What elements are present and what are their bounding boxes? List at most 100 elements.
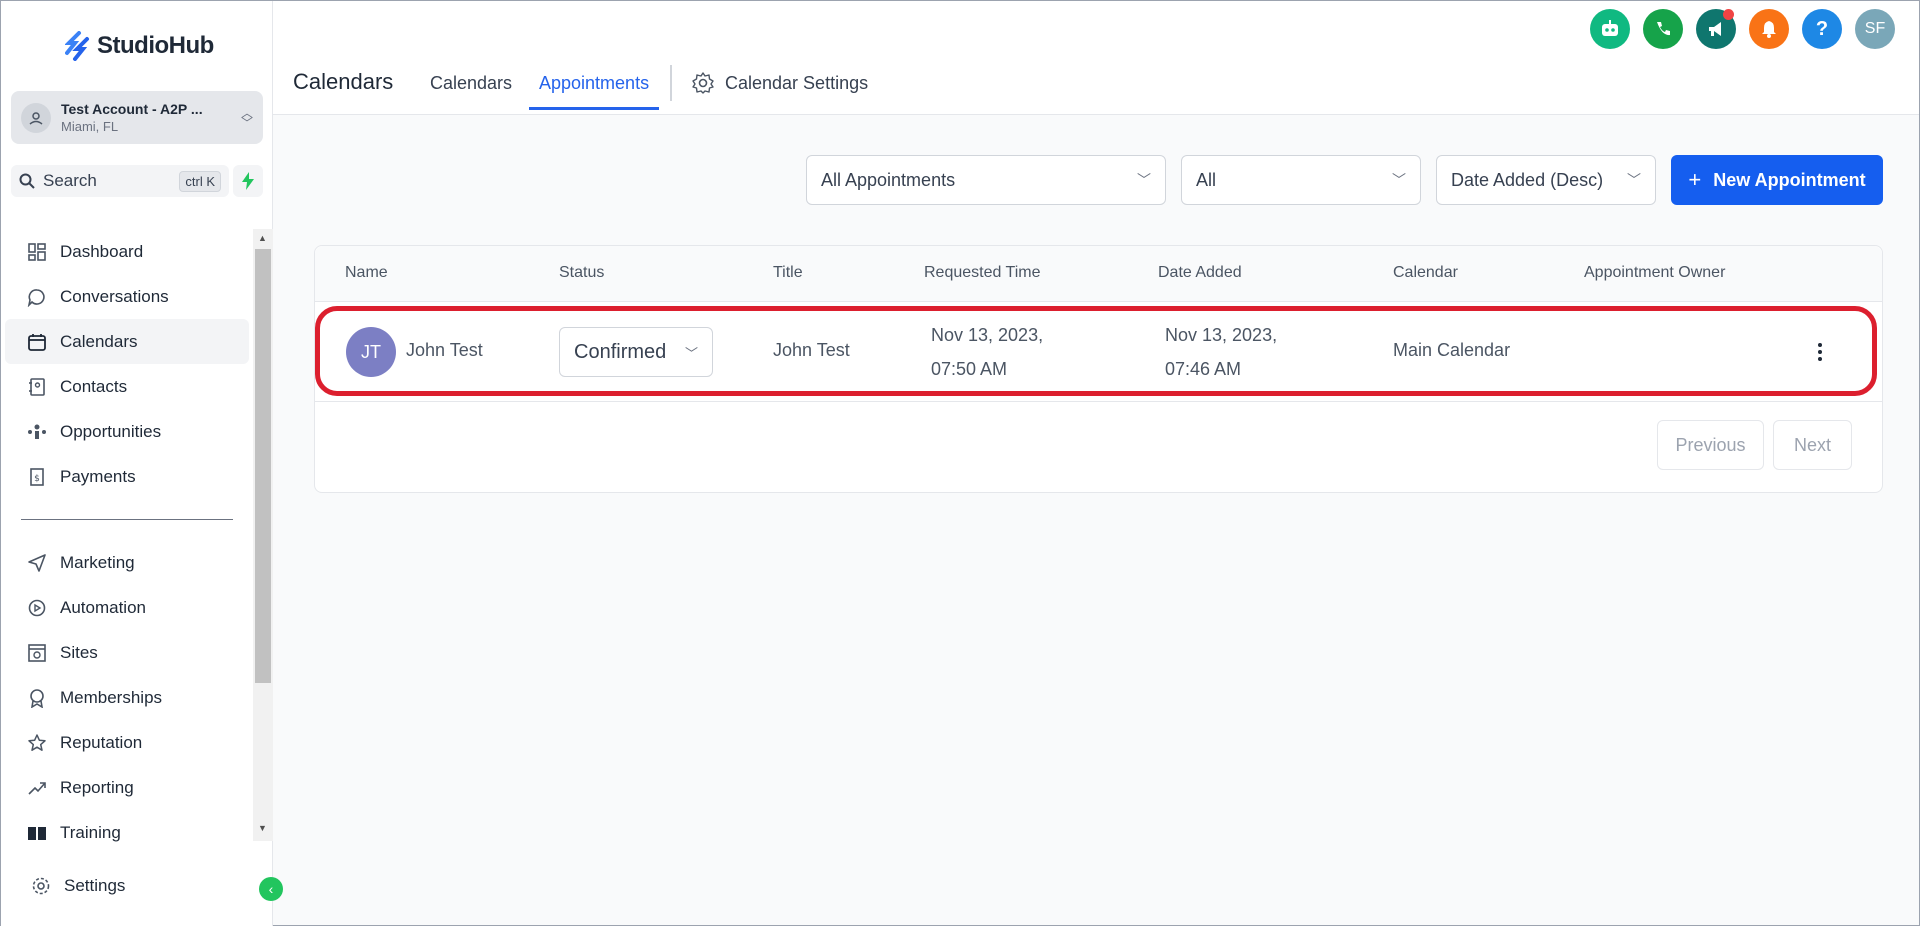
quick-action-button[interactable] bbox=[233, 165, 263, 197]
sidebar-item-reputation[interactable]: Reputation bbox=[5, 720, 249, 765]
column-header-title: Title bbox=[773, 264, 803, 281]
notification-dot bbox=[1723, 9, 1734, 20]
sidebar-item-memberships[interactable]: Memberships bbox=[5, 675, 249, 720]
sidebar-item-label: Reporting bbox=[60, 777, 134, 797]
sidebar-item-label: Automation bbox=[60, 597, 146, 617]
status-value: Confirmed bbox=[574, 340, 667, 363]
chevron-down-icon: ﹀ bbox=[1627, 172, 1641, 188]
column-header-status: Status bbox=[559, 264, 605, 281]
sidebar-item-label: Payments bbox=[60, 466, 136, 486]
collapse-sidebar-button[interactable]: ‹ bbox=[259, 877, 283, 901]
phone-icon[interactable] bbox=[1643, 9, 1683, 49]
select-value: All bbox=[1196, 169, 1217, 190]
sidebar-item-label: Dashboard bbox=[60, 241, 144, 261]
book-icon bbox=[25, 821, 49, 845]
tab-separator bbox=[670, 65, 672, 101]
button-label: New Appointment bbox=[1713, 169, 1866, 190]
tab-label: Calendar Settings bbox=[725, 72, 869, 93]
sidebar-item-calendars[interactable]: Calendars bbox=[5, 319, 249, 364]
gear-icon bbox=[29, 874, 53, 898]
sidebar-item-payments[interactable]: $ Payments bbox=[5, 454, 249, 499]
top-icon-bar: ? SF bbox=[1590, 9, 1895, 49]
sidebar-item-contacts[interactable]: Contacts bbox=[5, 364, 249, 409]
sidebar-nav: Dashboard Conversations Calendars Contac… bbox=[1, 229, 253, 855]
brand-name: StudioHub bbox=[97, 32, 214, 59]
sidebar-item-marketing[interactable]: Marketing bbox=[5, 540, 249, 585]
help-icon[interactable]: ? bbox=[1802, 9, 1842, 49]
sidebar-item-label: Sites bbox=[60, 642, 98, 662]
cell-name[interactable]: John Test bbox=[406, 340, 483, 361]
select-value: All Appointments bbox=[821, 169, 956, 190]
scroll-down-icon[interactable]: ▼ bbox=[258, 823, 267, 833]
sidebar-item-label: Training bbox=[60, 822, 121, 842]
sidebar-item-reporting[interactable]: Reporting bbox=[5, 765, 249, 810]
scroll-up-icon[interactable]: ▲ bbox=[258, 233, 267, 243]
logo-icon bbox=[65, 31, 89, 61]
sidebar-item-settings[interactable]: Settings bbox=[9, 863, 249, 908]
sidebar: StudioHub Test Account - A2P ... Miami, … bbox=[1, 1, 273, 926]
plus-icon: + bbox=[1688, 167, 1702, 192]
status-filter-select[interactable]: All ﹀ bbox=[1181, 155, 1421, 205]
sidebar-item-label: Contacts bbox=[60, 376, 128, 396]
next-button[interactable]: Next bbox=[1773, 420, 1852, 470]
sidebar-item-label: Conversations bbox=[60, 286, 169, 306]
sidebar-scroll-thumb[interactable] bbox=[255, 249, 271, 683]
sidebar-item-dashboard[interactable]: Dashboard bbox=[5, 229, 249, 274]
chevron-left-icon: ‹ bbox=[268, 881, 274, 897]
sidebar-divider bbox=[21, 519, 233, 520]
chevron-updown-icon: ︿ ﹀ bbox=[240, 105, 253, 130]
appointment-filter-select[interactable]: All Appointments ﹀ bbox=[806, 155, 1166, 205]
chevron-down-icon: ﹀ bbox=[1137, 172, 1151, 188]
more-options-icon[interactable] bbox=[1808, 335, 1832, 369]
account-name: Test Account - A2P ... bbox=[61, 101, 203, 117]
search-input[interactable]: Search ctrl K bbox=[11, 165, 229, 197]
cell-date-added: Nov 13, 2023, 07:46 AM bbox=[1165, 318, 1277, 386]
tab-calendars[interactable]: Calendars bbox=[430, 73, 512, 94]
dashboard-icon bbox=[25, 240, 49, 264]
send-icon bbox=[25, 551, 49, 575]
sidebar-item-label: Reputation bbox=[60, 732, 143, 752]
membership-icon bbox=[25, 686, 49, 710]
column-header-name: Name bbox=[345, 264, 388, 281]
logo[interactable]: StudioHub bbox=[65, 29, 214, 63]
sidebar-item-label: Marketing bbox=[60, 552, 135, 572]
tab-calendar-settings[interactable]: Calendar Settings bbox=[691, 71, 868, 95]
tab-appointments[interactable]: Appointments bbox=[539, 73, 649, 94]
table-header: Name Status Title Requested Time Date Ad… bbox=[315, 246, 1882, 302]
column-header-date-added: Date Added bbox=[1158, 264, 1242, 281]
search-shortcut: ctrl K bbox=[179, 170, 221, 192]
gear-icon bbox=[692, 72, 714, 94]
page-header: Calendars Calendars Appointments Calenda… bbox=[273, 1, 1919, 115]
column-header-requested-time: Requested Time bbox=[924, 264, 1041, 281]
svg-text:$: $ bbox=[34, 474, 40, 484]
table-row[interactable]: JT John Test Confirmed ﹀ John Test Nov 1… bbox=[315, 302, 1882, 402]
sidebar-item-training[interactable]: Training bbox=[5, 810, 249, 855]
sidebar-item-opportunities[interactable]: Opportunities bbox=[5, 409, 249, 454]
new-appointment-button[interactable]: + New Appointment bbox=[1671, 155, 1883, 205]
active-tab-indicator bbox=[529, 107, 659, 110]
sidebar-item-sites[interactable]: Sites bbox=[5, 630, 249, 675]
account-switcher[interactable]: Test Account - A2P ... Miami, FL ︿ ﹀ bbox=[11, 91, 263, 144]
bell-icon[interactable] bbox=[1749, 9, 1789, 49]
previous-button[interactable]: Previous bbox=[1657, 420, 1764, 470]
account-location: Miami, FL bbox=[61, 119, 119, 134]
sidebar-item-label: Settings bbox=[64, 875, 126, 895]
sites-icon bbox=[25, 641, 49, 665]
bot-icon[interactable] bbox=[1590, 9, 1630, 49]
contacts-icon bbox=[25, 375, 49, 399]
calendar-icon bbox=[25, 330, 49, 354]
sidebar-item-conversations[interactable]: Conversations bbox=[5, 274, 249, 319]
star-icon bbox=[25, 731, 49, 755]
sort-select[interactable]: Date Added (Desc) ﹀ bbox=[1436, 155, 1656, 205]
cell-requested-time: Nov 13, 2023, 07:50 AM bbox=[931, 318, 1043, 386]
sidebar-item-automation[interactable]: Automation bbox=[5, 585, 249, 630]
added-time: 07:46 AM bbox=[1165, 359, 1242, 379]
automation-icon bbox=[25, 596, 49, 620]
status-select[interactable]: Confirmed ﹀ bbox=[559, 327, 713, 377]
sidebar-item-label: Calendars bbox=[60, 331, 138, 351]
lightning-icon bbox=[242, 172, 254, 190]
cell-title: John Test bbox=[773, 340, 850, 360]
user-avatar[interactable]: SF bbox=[1855, 9, 1895, 49]
cell-calendar: Main Calendar bbox=[1393, 340, 1511, 360]
megaphone-icon[interactable] bbox=[1696, 9, 1736, 49]
